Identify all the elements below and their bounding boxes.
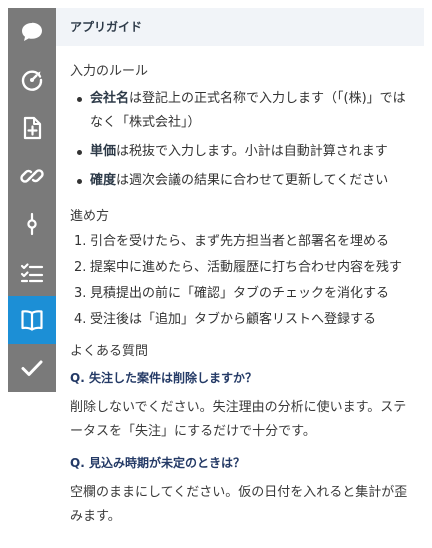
book-icon [21, 310, 43, 331]
step-number: 2. [74, 260, 87, 275]
rules-list: 会社名は登記上の正式名称で入力します（「(株)」ではなく「株式会社」） 単価は税… [70, 87, 410, 193]
list-item: 4. 受注後は「追加」タブから顧客リストへ登録する [70, 310, 410, 330]
sidebar-item-confirm[interactable] [8, 344, 56, 392]
sidebar-item-guide[interactable] [8, 296, 56, 344]
list-item: 2. 提案中に進めたら、活動履歴に打ち合わせ内容を残す [70, 258, 410, 278]
list-item: 会社名は登記上の正式名称で入力します（「(株)」ではなく「株式会社」） [70, 87, 410, 135]
list-item: 単価は税抜で入力します。小計は自動計算されます [70, 140, 410, 164]
rule-text: は週次会議の結果に合わせて更新してください [116, 173, 389, 188]
list-item: 1. 引合を受けたら、まず先方担当者と部署名を埋める [70, 232, 410, 252]
step-text: 引合を受けたら、まず先方担当者と部署名を埋める [90, 234, 390, 249]
sidebar-item-chat[interactable] [8, 8, 56, 56]
faq-answer: 削除しないでください。失注理由の分析に使います。ステータスを「失注」にするだけで… [70, 400, 407, 439]
step-number: 4. [74, 312, 87, 327]
guide-panel: アプリガイド 入力のルール 会社名は登記上の正式名称で入力します（「(株)」では… [56, 8, 424, 548]
sidebar [8, 8, 56, 392]
checklist-icon [20, 263, 44, 283]
check-icon [21, 360, 43, 376]
speed-gauge-icon [21, 70, 43, 91]
panel-body: 入力のルール 会社名は登記上の正式名称で入力します（「(株)」ではなく「株式会社… [56, 46, 424, 529]
top-margin [0, 0, 432, 8]
faq-heading: よくある質問 [70, 344, 149, 359]
sidebar-item-dashboard[interactable] [8, 56, 56, 104]
step-number: 1. [74, 234, 87, 249]
add-document-icon [23, 116, 42, 140]
rule-text: は税抜で入力します。小計は自動計算されます [116, 144, 388, 159]
rule-term: 単価 [90, 144, 117, 159]
step-text: 受注後は「追加」タブから顧客リストへ登録する [90, 312, 377, 327]
rule-term: 会社名 [90, 91, 130, 106]
rules-heading: 入力のルール [70, 64, 149, 79]
sidebar-item-checklist[interactable] [8, 248, 56, 296]
rule-text: は登記上の正式名称で入力します（「(株)」ではなく「株式会社」） [90, 91, 406, 130]
faq-answer: 空欄のままにしてください。仮の日付を入れると集計が歪みます。 [70, 485, 408, 524]
link-icon [20, 169, 44, 183]
step-number: 3. [74, 286, 87, 301]
sidebar-item-progress[interactable] [8, 200, 56, 248]
sidebar-item-links[interactable] [8, 152, 56, 200]
faq-question: Q. 失注した案件は削除しますか？ [70, 371, 257, 385]
list-item: 確度は週次会議の結果に合わせて更新してください [70, 169, 410, 193]
sidebar-item-add[interactable] [8, 104, 56, 152]
steps-heading: 進め方 [70, 209, 110, 224]
step-text: 提案中に進めたら、活動履歴に打ち合わせ内容を残す [90, 260, 403, 275]
steps-list: 1. 引合を受けたら、まず先方担当者と部署名を埋める 2. 提案中に進めたら、活動履… [70, 232, 410, 330]
panel-title: アプリガイド [56, 8, 424, 46]
faq-question: Q. 見込み時期が未定のときは？ [70, 456, 245, 470]
step-text: 見積提出の前に「確認」タブのチェックを消化する [90, 286, 390, 301]
rule-term: 確度 [90, 173, 117, 188]
chat-bubble-icon [22, 22, 42, 41]
commit-icon [27, 212, 37, 236]
list-item: 3. 見積提出の前に「確認」タブのチェックを消化する [70, 284, 410, 304]
